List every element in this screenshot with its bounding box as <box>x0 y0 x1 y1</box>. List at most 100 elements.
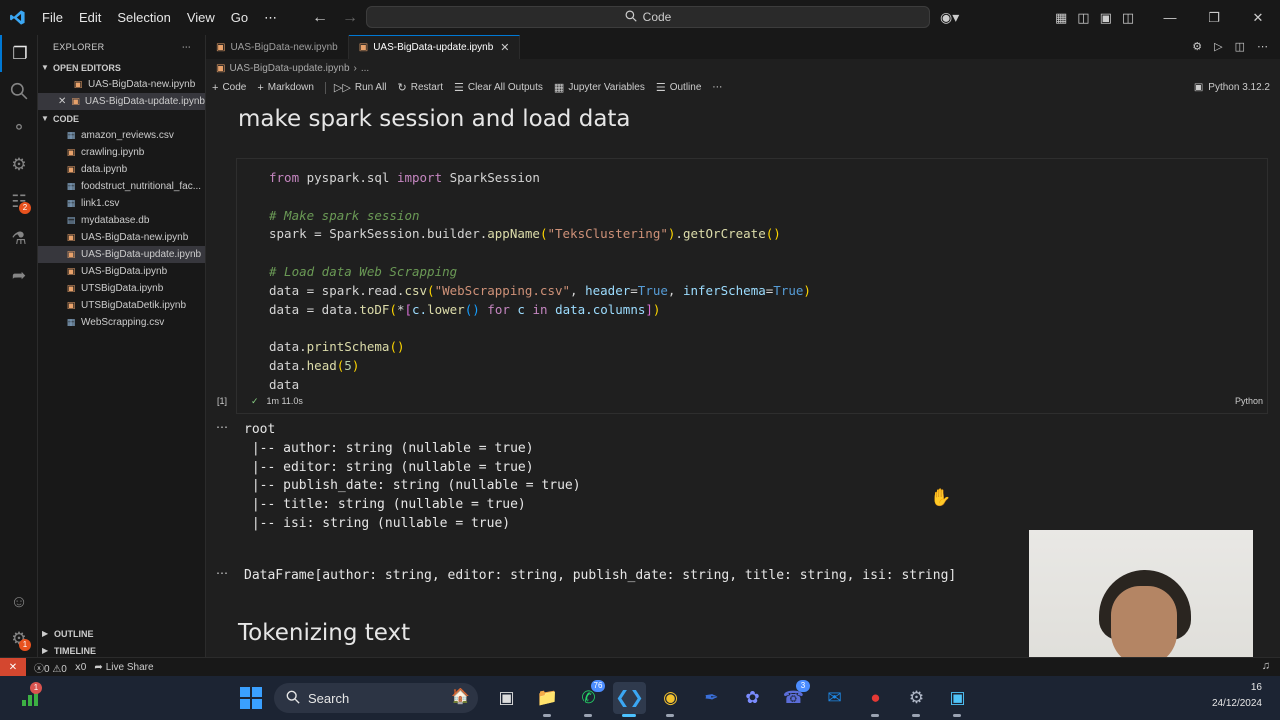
close-window-icon[interactable]: ✕ <box>1236 0 1280 35</box>
code-cell[interactable]: from pyspark.sql import SparkSession # M… <box>217 158 1268 414</box>
vscode-taskbar-icon[interactable]: ❮❯ <box>613 682 646 717</box>
taskbar-search[interactable]: Search 🏠 <box>274 683 478 713</box>
toggle-secondary-sidebar-icon[interactable]: ◫ <box>1122 0 1134 35</box>
accounts-icon[interactable]: ☺ <box>0 583 38 620</box>
copilot-app-icon[interactable]: ✿ <box>736 682 769 714</box>
file-item-selected[interactable]: ▣ UAS-BigData-update.ipynb <box>38 246 205 263</box>
open-editors-section[interactable]: ▼ OPEN EDITORS <box>38 59 205 76</box>
outline-label: OUTLINE <box>54 628 94 639</box>
close-icon[interactable]: ✕ <box>500 41 509 54</box>
output-more-icon[interactable]: ⋯ <box>216 566 228 580</box>
jupyter-variables-button[interactable]: ▦ Jupyter Variables <box>554 81 645 94</box>
explorer-icon[interactable]: ❐ <box>0 35 38 72</box>
file-item[interactable]: ▦ amazon_reviews.csv <box>38 127 205 144</box>
file-item[interactable]: ▣ data.ipynb <box>38 161 205 178</box>
add-markdown-cell-button[interactable]: + Markdown <box>257 82 314 94</box>
restart-button[interactable]: ↻ Restart <box>398 81 443 94</box>
file-item[interactable]: ▦ WebScrapping.csv <box>38 314 205 331</box>
source-control-icon[interactable]: ⚬ <box>0 109 38 146</box>
remote-indicator-icon[interactable]: ✕ <box>0 657 26 677</box>
outline-button[interactable]: ☰ Outline <box>656 81 702 94</box>
file-item[interactable]: ▣ crawling.ipynb <box>38 144 205 161</box>
back-arrow-icon[interactable]: ← <box>312 0 328 35</box>
notifications-bell-icon[interactable]: ♫ <box>1262 660 1270 672</box>
markdown-heading[interactable]: make spark session and load data <box>238 106 631 132</box>
file-item[interactable]: ▣ UTSBigDataDetik.ipynb <box>38 297 205 314</box>
minimize-icon[interactable]: — <box>1148 0 1192 35</box>
code-editor[interactable]: from pyspark.sql import SparkSession # M… <box>269 169 811 395</box>
task-view-icon[interactable]: ▣ <box>490 682 523 714</box>
taskbar-apps: ▣ 📁 ✆ 76 ❮❯ ◉ ✒ ✿ ☎ 3 ✉ ● ⚙ ▣ <box>490 680 974 717</box>
split-editor-icon[interactable]: ◫ <box>1235 35 1245 59</box>
cell-language[interactable]: Python <box>1235 396 1263 406</box>
run-icon[interactable]: ▷ <box>1214 35 1222 59</box>
explorer-more-icon[interactable]: ⋯ <box>182 42 191 53</box>
menu-edit[interactable]: Edit <box>71 0 109 35</box>
forward-arrow-icon[interactable]: → <box>342 0 358 35</box>
file-item[interactable]: ▣ UAS-BigData-new.ipynb <box>38 229 205 246</box>
close-icon[interactable]: ✕ <box>58 96 70 107</box>
file-item[interactable]: ▣ UTSBigData.ipynb <box>38 280 205 297</box>
restore-icon[interactable]: ❐ <box>1192 0 1236 35</box>
problems-indicator[interactable]: ⓧ0 ⚠0 <box>34 660 67 675</box>
search-icon <box>625 10 637 25</box>
markdown-heading[interactable]: Tokenizing text <box>238 620 410 646</box>
run-all-button[interactable]: ▷▷ Run All <box>334 81 387 94</box>
search-highlight-icon: 🏠 <box>451 688 470 705</box>
kernel-picker[interactable]: ▣ Python 3.12.2 <box>1194 77 1270 98</box>
open-editor-item[interactable]: ▣ UAS-BigData-new.ipynb <box>38 76 205 93</box>
copilot-icon[interactable]: ◉▾ <box>940 0 959 35</box>
menu-file[interactable]: File <box>34 0 71 35</box>
settings-gear-icon[interactable]: ⚙ <box>900 682 933 717</box>
system-tray-clock[interactable]: 16 24/12/2024 <box>1212 680 1262 712</box>
recorder-icon[interactable]: ● <box>859 682 892 717</box>
breadcrumb-more[interactable]: ... <box>361 63 369 74</box>
clear-all-outputs-button[interactable]: ☰ Clear All Outputs <box>454 81 543 94</box>
outlook-icon[interactable]: ✉ <box>818 682 851 714</box>
file-item[interactable]: ▣ UAS-BigData.ipynb <box>38 263 205 280</box>
customize-layout-icon[interactable]: ▦ <box>1055 0 1067 35</box>
screen-app-icon[interactable]: ▣ <box>941 682 974 717</box>
file-item[interactable]: ▦ link1.csv <box>38 195 205 212</box>
pen-app-icon[interactable]: ✒ <box>695 682 728 714</box>
file-item[interactable]: ▦ foodstruct_nutritional_fac... <box>38 178 205 195</box>
menu-more[interactable]: ⋯ <box>256 0 285 35</box>
table-file-icon: ▦ <box>66 130 76 140</box>
live-share-icon[interactable]: ➦ <box>0 257 38 294</box>
code-folder-section[interactable]: ▼ CODE <box>38 110 205 127</box>
command-center[interactable]: Code <box>366 6 930 28</box>
more-actions-icon[interactable]: ⋯ <box>1257 35 1268 59</box>
settings-gear-icon[interactable]: ⚙ <box>1192 35 1202 59</box>
outline-section[interactable]: ▶ OUTLINE <box>38 625 206 642</box>
breadcrumb-file[interactable]: UAS-BigData-update.ipynb <box>229 63 349 74</box>
menu-selection[interactable]: Selection <box>109 0 178 35</box>
toggle-panel-icon[interactable]: ▣ <box>1100 0 1112 35</box>
extensions-icon[interactable]: ☷ 2 <box>0 183 38 220</box>
whatsapp-icon[interactable]: ✆ 76 <box>572 680 605 717</box>
windows-start-icon[interactable] <box>240 687 262 709</box>
teams-icon[interactable]: ☎ 3 <box>777 680 810 714</box>
manage-gear-icon[interactable]: ⚙ 1 <box>0 620 38 657</box>
tab-uas-bigdata-new[interactable]: ▣ UAS-BigData-new.ipynb <box>206 35 349 59</box>
menu-view[interactable]: View <box>179 0 223 35</box>
layout-controls: ▦ ◫ ▣ ◫ <box>1055 0 1134 35</box>
ports-indicator[interactable]: ⅹ0 <box>75 662 86 673</box>
live-share-status[interactable]: ➦ Live Share <box>94 662 153 673</box>
search-view-icon[interactable] <box>0 72 38 109</box>
button-label: Jupyter Variables <box>568 82 645 93</box>
run-debug-icon[interactable]: ⚙ <box>0 146 38 183</box>
open-editor-item-active[interactable]: ✕ ▣ UAS-BigData-update.ipynb <box>38 93 205 110</box>
tab-uas-bigdata-update[interactable]: ▣ UAS-BigData-update.ipynb ✕ <box>348 35 521 59</box>
notebook-file-icon: ▣ <box>216 62 226 74</box>
menu-go[interactable]: Go <box>223 0 256 35</box>
file-item[interactable]: ▤ mydatabase.db <box>38 212 205 229</box>
testing-icon[interactable]: ⚗ <box>0 220 38 257</box>
stocks-widget-icon[interactable]: 1 <box>20 682 42 708</box>
add-code-cell-button[interactable]: + Code <box>212 82 246 94</box>
toolbar-more-button[interactable]: ⋯ <box>712 82 722 93</box>
chrome-icon[interactable]: ◉ <box>654 682 687 717</box>
file-explorer-icon[interactable]: 📁 <box>531 682 564 717</box>
output-more-icon[interactable]: ⋯ <box>216 420 228 434</box>
toggle-primary-sidebar-icon[interactable]: ◫ <box>1077 0 1089 35</box>
title-bar: File Edit Selection View Go ⋯ ← → Code ◉… <box>0 0 1280 35</box>
